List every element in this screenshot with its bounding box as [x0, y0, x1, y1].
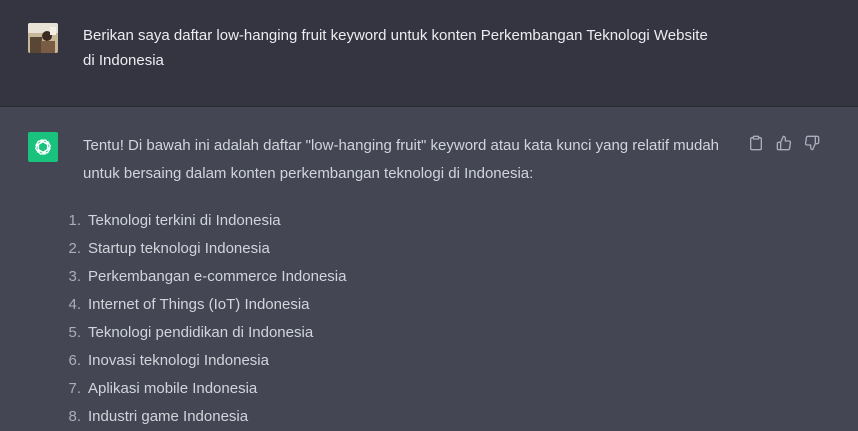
- assistant-message: Tentu! Di bawah ini adalah daftar "low-h…: [0, 107, 858, 429]
- user-message: Berikan saya daftar low-hanging fruit ke…: [0, 0, 858, 107]
- list-item-text: Internet of Things (IoT) Indonesia: [88, 296, 310, 313]
- assistant-message-body: Tentu! Di bawah ini adalah daftar "low-h…: [68, 132, 723, 431]
- user-message-text: Berikan saya daftar low-hanging fruit ke…: [83, 27, 708, 69]
- list-item-text: Inovasi teknologi Indonesia: [88, 352, 269, 369]
- list-item: 7. Aplikasi mobile Indonesia: [68, 375, 723, 403]
- thumbs-down-button[interactable]: [802, 133, 822, 153]
- list-item-text: Teknologi pendidikan di Indonesia: [88, 324, 314, 341]
- list-item: 4. Internet of Things (IoT) Indonesia: [68, 291, 723, 319]
- thumbs-up-button[interactable]: [774, 133, 794, 153]
- list-item-text: Aplikasi mobile Indonesia: [88, 380, 258, 397]
- list-item-text: Startup teknologi Indonesia: [88, 240, 270, 257]
- list-item-number: 3.: [68, 268, 81, 285]
- list-item-number: 8.: [68, 408, 81, 425]
- list-item: 1. Teknologi terkini di Indonesia: [68, 207, 723, 235]
- list-item-number: 6.: [68, 352, 81, 369]
- list-item-number: 4.: [68, 296, 81, 313]
- list-item-number: 1.: [68, 212, 81, 229]
- thumbs-up-icon: [776, 135, 792, 151]
- list-item-number: 2.: [68, 240, 81, 257]
- list-item-number: 5.: [68, 324, 81, 341]
- list-item: 2. Startup teknologi Indonesia: [68, 235, 723, 263]
- clipboard-icon: [750, 135, 762, 151]
- list-item-text: Perkembangan e-commerce Indonesia: [88, 268, 347, 285]
- list-item: 8. Industri game Indonesia: [68, 403, 723, 431]
- copy-button[interactable]: [746, 133, 766, 153]
- list-item: 3. Perkembangan e-commerce Indonesia: [68, 263, 723, 291]
- assistant-intro-text: Tentu! Di bawah ini adalah daftar "low-h…: [83, 137, 720, 182]
- thumbs-down-icon: [804, 135, 820, 151]
- list-item-text: Industri game Indonesia: [88, 408, 249, 425]
- openai-logo-icon: [28, 132, 58, 162]
- list-item-text: Teknologi terkini di Indonesia: [88, 212, 281, 229]
- keyword-list: 1. Teknologi terkini di Indonesia 2. Start…: [68, 207, 723, 431]
- message-actions: [746, 133, 822, 153]
- list-item-number: 7.: [68, 380, 81, 397]
- user-avatar: [28, 23, 58, 53]
- list-item: 6. Inovasi teknologi Indonesia: [68, 347, 723, 375]
- list-item: 5. Teknologi pendidikan di Indonesia: [68, 319, 723, 347]
